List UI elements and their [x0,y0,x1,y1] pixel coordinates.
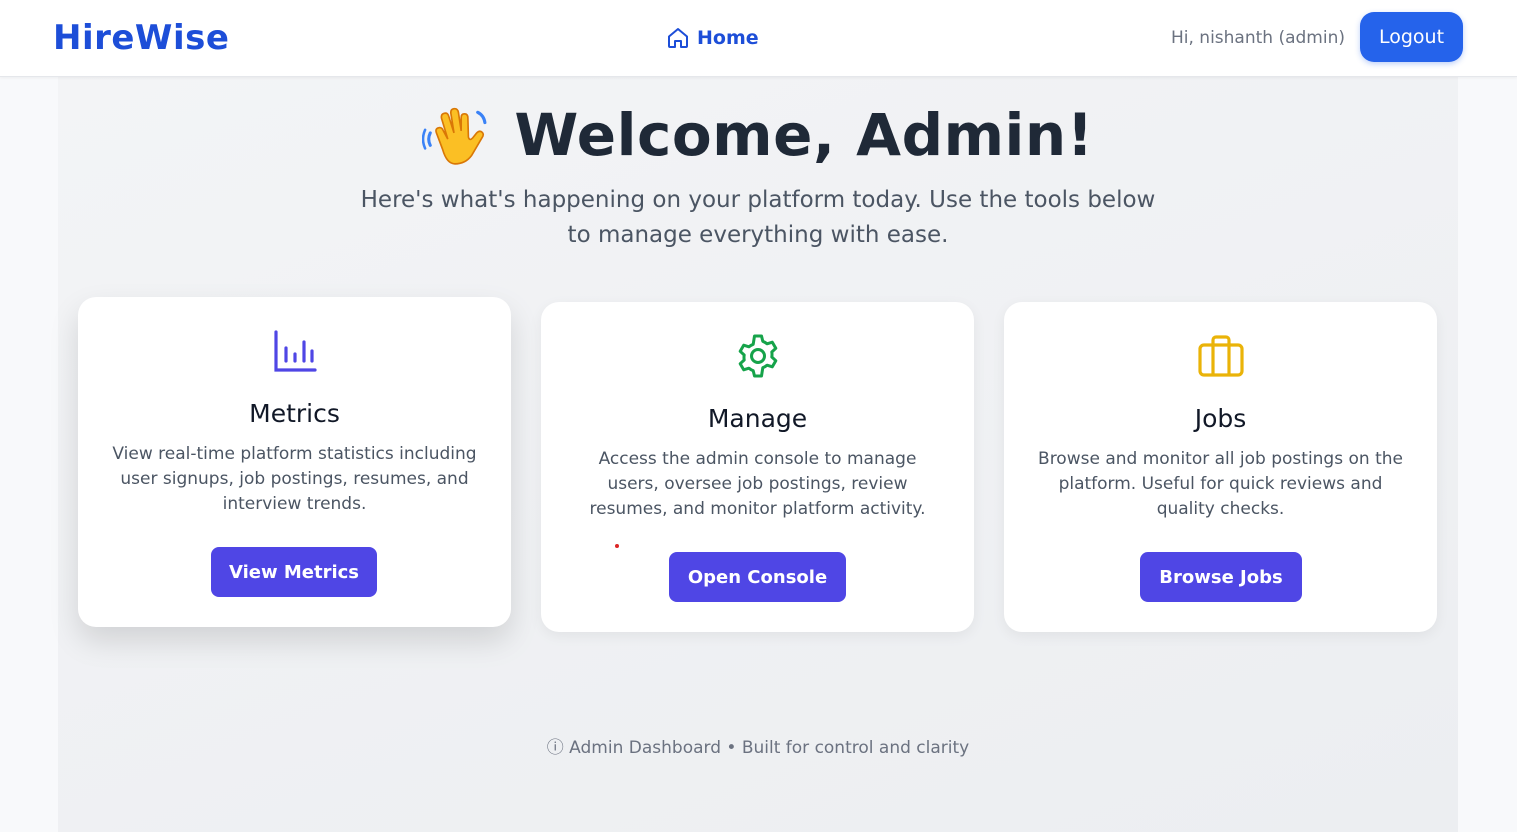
footer-note: ⓘ Admin Dashboard • Built for control an… [546,738,970,758]
metrics-card-title: Metrics [249,399,340,428]
home-icon [668,28,688,48]
user-greeting: Hi, nishanth (admin) [1170,28,1345,48]
jobs-card-title: Jobs [1194,404,1247,433]
bar-chart-icon [273,330,317,372]
page-subtitle: Here's what's happening on your platform… [360,187,1156,248]
top-navbar: HireWise Home Hi, nishanth (admin) Logou… [0,0,1517,77]
jobs-card-description: Browse and monitor all job postings on t… [1038,449,1403,519]
manage-card: Manage Access the admin console to manag… [541,302,974,632]
metrics-card: Metrics View real-time platform statisti… [78,297,511,627]
manage-card-description: Access the admin console to manage users… [589,449,926,519]
view-metrics-button[interactable]: View Metrics [211,547,377,597]
brand-logo[interactable]: HireWise [53,18,229,58]
nav-home-link[interactable]: Home [666,24,759,52]
browse-jobs-button[interactable]: Browse Jobs [1140,552,1302,602]
gear-icon [738,334,777,378]
briefcase-icon [1197,335,1244,377]
nav-home-label: Home [697,27,759,49]
metrics-card-description: View real-time platform statistics inclu… [112,444,477,514]
cursor-dot [615,544,619,548]
dashboard-main: Welcome, Admin! Here's what's happening … [58,77,1458,832]
jobs-card: Jobs Browse and monitor all job postings… [1004,302,1437,632]
waving-hand-icon [422,107,487,165]
manage-card-title: Manage [707,404,808,433]
hero-heading: Welcome, Admin! [58,101,1458,169]
open-console-button[interactable]: Open Console [669,552,846,602]
page-title: Welcome, Admin! [514,101,1094,169]
logout-button[interactable]: Logout [1360,12,1463,62]
